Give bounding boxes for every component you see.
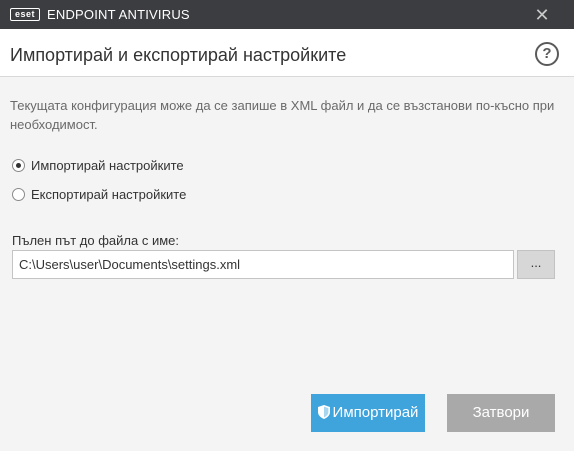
close-icon[interactable]: ✕ [531, 5, 553, 25]
page-title: Импортирай и експортирай настройките [10, 45, 347, 65]
import-button-label: Импортирай [332, 404, 419, 421]
help-icon[interactable]: ? [535, 42, 559, 66]
import-option-label: Импортирай настройките [31, 157, 184, 173]
description-text: Текущата конфигурация може да се запише … [10, 98, 555, 132]
import-button[interactable]: Импортирай [311, 394, 425, 432]
shield-icon [317, 404, 330, 419]
product-name: ENDPOINT ANTIVIRUS [47, 7, 190, 22]
eset-logo: eset [10, 8, 40, 21]
title-bar: eset ENDPOINT ANTIVIRUS ✕ [0, 0, 574, 29]
export-radio-button[interactable] [12, 187, 25, 201]
dialog-header: Импортирай и експортирай настройките ? [0, 29, 574, 77]
export-option-label: Експортирай настройките [31, 186, 187, 202]
close-button[interactable]: Затвори [447, 394, 555, 432]
browse-button[interactable]: ... [517, 250, 555, 279]
file-path-input[interactable] [12, 250, 514, 279]
file-path-label: Пълен път до файла с име: [12, 233, 180, 248]
export-settings-option[interactable]: Експортирай настройките [12, 185, 186, 203]
import-radio-button[interactable] [12, 158, 25, 172]
import-settings-option[interactable]: Импортирай настройките [12, 156, 184, 174]
